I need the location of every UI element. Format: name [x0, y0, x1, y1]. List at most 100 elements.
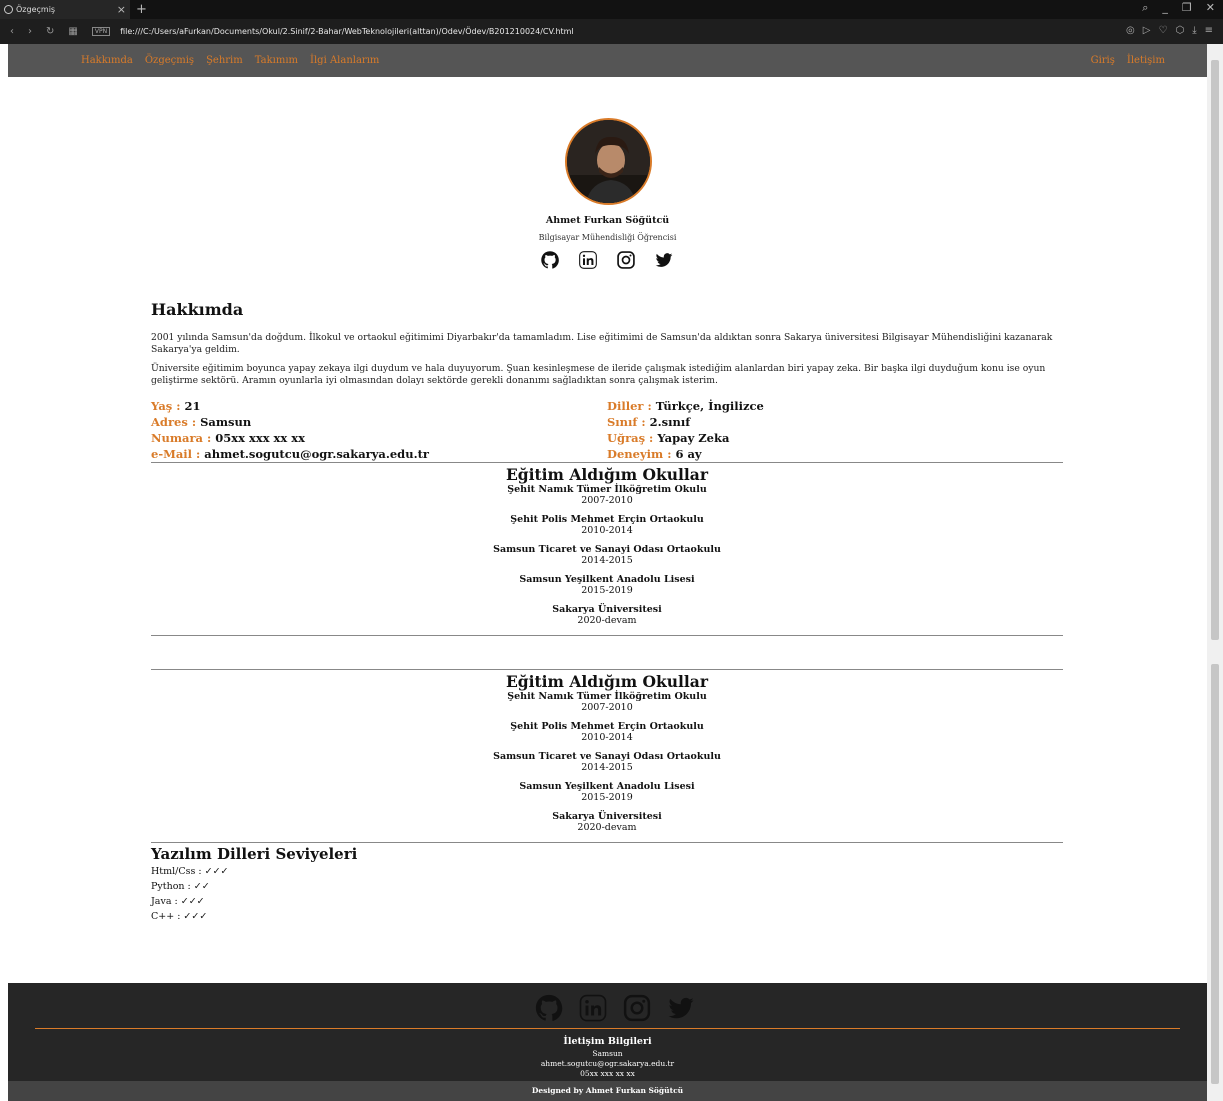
- divider: [151, 842, 1063, 843]
- education-section-repeat: Eğitim Aldığım Okullar Şehit Namık Tümer…: [151, 672, 1063, 841]
- school-name: Samsun Yeşilkent Anadolu Lisesi: [519, 781, 695, 792]
- divider: [151, 462, 1063, 463]
- avatar: [565, 118, 652, 205]
- school-years: 2020-devam: [577, 822, 637, 833]
- info-class: Sınıf : 2.sınıf: [607, 415, 691, 429]
- search-icon[interactable]: ⌕: [1142, 1, 1148, 15]
- school-years: 2020-devam: [577, 615, 637, 626]
- about-title: Hakkımda: [151, 300, 244, 319]
- tab-title: Özgeçmiş: [16, 5, 56, 14]
- school-name: Şehit Polis Mehmet Erçin Ortaokulu: [510, 514, 704, 525]
- vpn-badge[interactable]: VPN: [91, 27, 111, 36]
- languages-title: Yazılım Dilleri Seviyeleri: [151, 845, 358, 863]
- school-years: 2015-2019: [581, 792, 633, 803]
- nav-link-city[interactable]: Şehrim: [206, 55, 243, 66]
- scrollbar-thumb[interactable]: [1211, 664, 1219, 1084]
- school-name: Şehit Namık Tümer İlköğretim Okulu: [507, 484, 707, 495]
- nav-link-cv[interactable]: Özgeçmiş: [145, 55, 194, 66]
- globe-icon: [4, 5, 13, 14]
- school-name: Şehit Polis Mehmet Erçin Ortaokulu: [510, 721, 704, 732]
- instagram-icon[interactable]: [616, 250, 636, 270]
- cube-icon[interactable]: ⬡: [1175, 25, 1184, 36]
- school-name: Samsun Ticaret ve Sanayi Odası Ortaokulu: [493, 751, 721, 762]
- camera-icon[interactable]: ◎: [1126, 25, 1135, 36]
- info-hobby: Uğraş : Yapay Zeka: [607, 431, 730, 445]
- browser-tab[interactable]: Özgeçmiş ×: [0, 0, 130, 19]
- back-icon[interactable]: ‹: [10, 26, 14, 37]
- github-icon[interactable]: [534, 993, 564, 1023]
- scrollbar-thumb[interactable]: [1211, 60, 1219, 640]
- language-item: C++ : ✓✓✓: [151, 911, 208, 922]
- nav-link-login[interactable]: Giriş: [1091, 55, 1115, 66]
- school-years: 2014-2015: [581, 555, 633, 566]
- info-email: e-Mail : ahmet.sogutcu@ogr.sakarya.edu.t…: [151, 447, 429, 461]
- scrollbar[interactable]: [1207, 44, 1223, 1101]
- linkedin-icon[interactable]: [578, 250, 598, 270]
- close-tab-icon[interactable]: ×: [117, 3, 126, 16]
- address-bar: ‹ › ↻ ▦ VPN file:///C:/Users/aFurkan/Doc…: [0, 19, 1223, 44]
- nav-link-interests[interactable]: İlgi Alanlarım: [310, 55, 379, 66]
- github-icon[interactable]: [540, 250, 560, 270]
- restore-icon[interactable]: ❐: [1182, 1, 1192, 15]
- footer-phone: 05xx xxx xx xx: [580, 1069, 635, 1078]
- school-name: Sakarya Üniversitesi: [552, 811, 662, 822]
- top-navigation: Hakkımda Özgeçmiş Şehrim Takımım İlgi Al…: [8, 44, 1207, 77]
- web-page: Hakkımda Özgeçmiş Şehrim Takımım İlgi Al…: [8, 44, 1207, 1101]
- footer-email: ahmet.sogutcu@ogr.sakarya.edu.tr: [540, 1059, 675, 1068]
- info-address: Adres : Samsun: [151, 415, 252, 429]
- nav-link-contact[interactable]: İletişim: [1127, 55, 1165, 66]
- profile-name: Ahmet Furkan Söğütcü: [545, 215, 670, 226]
- capture-seam: [8, 640, 1207, 666]
- download-icon[interactable]: ⤓: [1192, 25, 1196, 36]
- school-name: Sakarya Üniversitesi: [552, 604, 662, 615]
- footer: İletişim Bilgileri Samsun ahmet.sogutcu@…: [8, 983, 1207, 1101]
- school-years: 2014-2015: [581, 762, 633, 773]
- language-item: Java : ✓✓✓: [151, 896, 205, 907]
- menu-icon[interactable]: ≡: [1205, 25, 1213, 36]
- info-left: Yaş : 21 Adres : Samsun Numara : 05xx xx…: [151, 398, 429, 462]
- close-window-icon[interactable]: ✕: [1206, 1, 1215, 15]
- about-paragraph-2: Üniversite eğitimim boyunca yapay zekaya…: [151, 363, 1046, 386]
- footer-copyright: Designed by Ahmet Furkan Söğütcü: [8, 1081, 1207, 1101]
- info-experience: Deneyim : 6 ay: [607, 447, 702, 461]
- school-years: 2007-2010: [581, 495, 633, 506]
- nav-link-about[interactable]: Hakkımda: [81, 55, 133, 66]
- reload-icon[interactable]: ↻: [46, 26, 54, 37]
- linkedin-icon[interactable]: [578, 993, 608, 1023]
- divider: [151, 635, 1063, 636]
- window-controls: ⌕ _ ❐ ✕: [1142, 1, 1215, 15]
- education-title: Eğitim Aldığım Okullar: [505, 465, 709, 484]
- instagram-icon[interactable]: [622, 993, 652, 1023]
- school-years: 2010-2014: [581, 525, 633, 536]
- school-years: 2015-2019: [581, 585, 633, 596]
- info-languages: Diller : Türkçe, İngilizce: [607, 399, 764, 413]
- info-age: Yaş : 21: [151, 399, 201, 413]
- info-phone: Numara : 05xx xxx xx xx: [151, 431, 305, 445]
- social-links: [540, 250, 674, 270]
- profile-role: Bilgisayar Mühendisliği Öğrencisi: [538, 233, 677, 242]
- nav-link-team[interactable]: Takımım: [255, 55, 298, 66]
- education-section: Eğitim Aldığım Okullar Şehit Namık Tümer…: [151, 465, 1063, 634]
- school-years: 2007-2010: [581, 702, 633, 713]
- footer-divider: [35, 1028, 1180, 1029]
- new-tab-icon[interactable]: +: [136, 2, 147, 17]
- browser-tabbar: Özgeçmiş × + ⌕ _ ❐ ✕: [0, 0, 1223, 19]
- twitter-icon[interactable]: [654, 250, 674, 270]
- divider: [151, 669, 1063, 670]
- send-icon[interactable]: ▷: [1143, 25, 1151, 36]
- education-title: Eğitim Aldığım Okullar: [505, 672, 709, 691]
- language-item: Python : ✓✓: [151, 881, 210, 892]
- footer-contact-title: İletişim Bilgileri: [563, 1036, 652, 1047]
- minimize-icon[interactable]: _: [1162, 1, 1168, 15]
- school-name: Samsun Yeşilkent Anadolu Lisesi: [519, 574, 695, 585]
- twitter-icon[interactable]: [666, 993, 696, 1023]
- forward-icon[interactable]: ›: [28, 26, 32, 37]
- footer-social-links: [534, 993, 696, 1023]
- url-field[interactable]: file:///C:/Users/aFurkan/Documents/Okul/…: [120, 27, 574, 36]
- school-years: 2010-2014: [581, 732, 633, 743]
- language-item: Html/Css : ✓✓✓: [151, 866, 229, 877]
- grid-icon[interactable]: ▦: [68, 26, 77, 37]
- about-paragraph-1: 2001 yılında Samsun'da doğdum. İlkokul v…: [151, 332, 1053, 355]
- languages-list: Html/Css : ✓✓✓ Python : ✓✓ Java : ✓✓✓ C+…: [151, 864, 229, 924]
- heart-icon[interactable]: ♡: [1158, 25, 1167, 36]
